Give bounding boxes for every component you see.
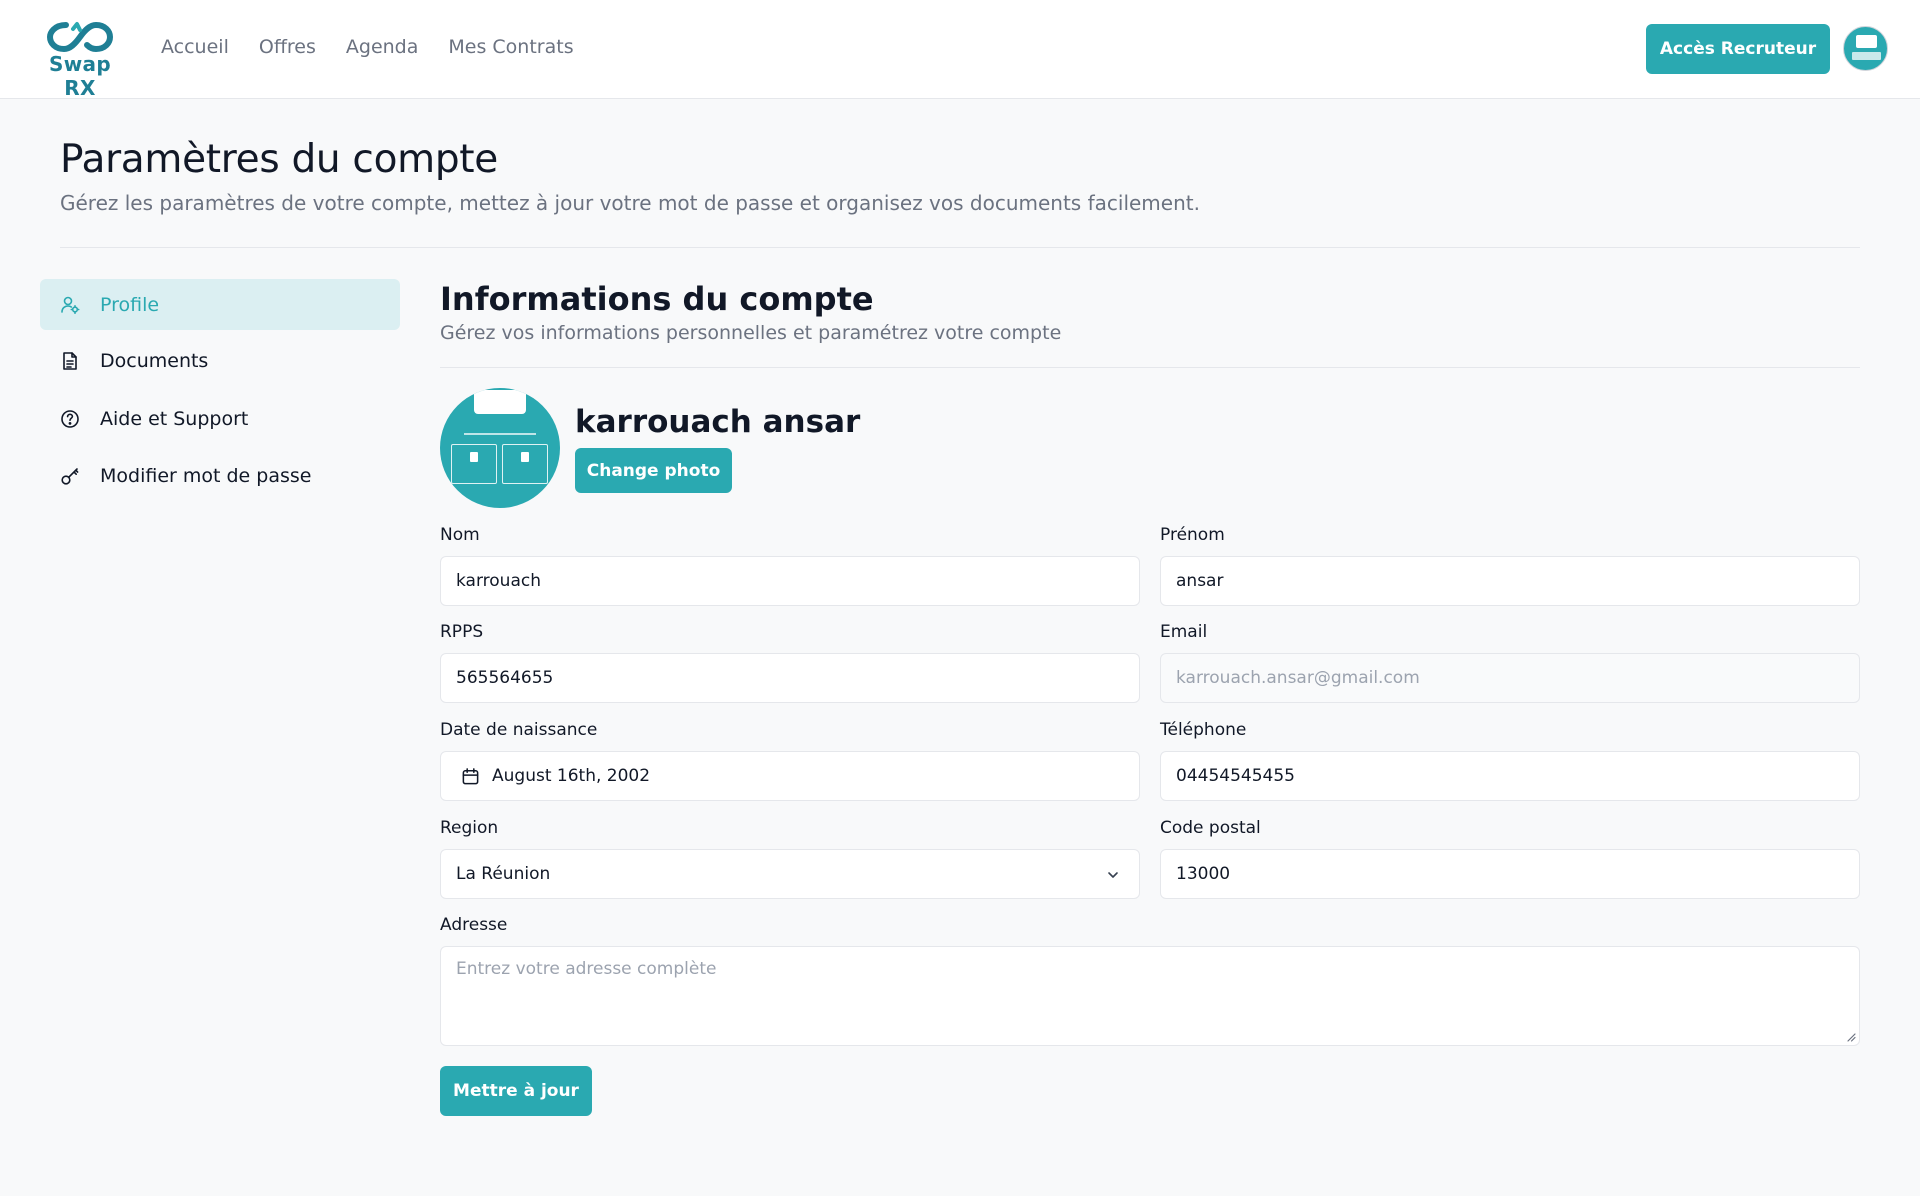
date-naissance-value: August 16th, 2002 [492,766,651,786]
region-selected-value: La Réunion [456,864,551,884]
code-postal-input[interactable] [1176,864,1859,884]
sidebar-item-modifier-mot-de-passe[interactable]: Modifier mot de passe [40,450,400,501]
change-photo-button[interactable]: Change photo [575,448,732,493]
document-icon [60,351,80,371]
email-label: Email [1160,622,1208,642]
rpps-label: RPPS [440,622,484,642]
photo-detail-box [451,444,497,484]
nav-link-agenda[interactable]: Agenda [346,36,419,58]
telephone-label: Téléphone [1160,720,1247,740]
nav-link-mes-contrats[interactable]: Mes Contrats [448,36,573,58]
header-divider [60,247,1860,248]
main-nav: Accueil Offres Agenda Mes Contrats [161,36,574,58]
nom-input[interactable] [456,571,1139,591]
user-full-name: karrouach ansar [575,404,861,440]
sidebar-item-label: Aide et Support [100,407,249,430]
avatar-image-detail [1856,35,1877,48]
adresse-textarea[interactable] [441,947,1859,1045]
sidebar-item-label: Documents [100,349,209,372]
user-cog-icon [60,295,80,315]
email-field [1160,653,1860,703]
logo-text: Swap RX [49,52,111,100]
top-navbar: Swap RX Accueil Offres Agenda Mes Contra… [0,0,1920,100]
nav-link-offres[interactable]: Offres [259,36,316,58]
code-postal-field[interactable] [1160,849,1860,899]
resize-grip-icon[interactable] [1846,1032,1856,1042]
date-naissance-picker[interactable]: August 16th, 2002 [440,751,1140,801]
rpps-input[interactable] [456,668,1139,688]
prenom-input[interactable] [1176,571,1859,591]
nom-label: Nom [440,525,480,545]
user-avatar[interactable] [1843,26,1888,71]
date-naissance-label: Date de naissance [440,720,598,740]
photo-detail-line [464,433,536,435]
adresse-label: Adresse [440,915,508,935]
sidebar-item-documents[interactable]: Documents [40,335,400,386]
sidebar-item-label: Modifier mot de passe [100,464,312,487]
sidebar-item-label: Profile [100,293,160,316]
prenom-field[interactable] [1160,556,1860,606]
region-select[interactable]: La Réunion [440,849,1140,899]
email-input [1176,668,1859,688]
sidebar-item-profile[interactable]: Profile [40,279,400,330]
page-subtitle: Gérez les paramètres de votre compte, me… [60,191,1200,215]
telephone-field[interactable] [1160,751,1860,801]
page-title: Paramètres du compte [60,137,498,182]
nav-link-accueil[interactable]: Accueil [161,36,229,58]
nom-field[interactable] [440,556,1140,606]
photo-detail-tab [474,390,526,414]
code-postal-label: Code postal [1160,818,1261,838]
section-subtitle: Gérez vos informations personnelles et p… [440,322,1062,344]
prenom-label: Prénom [1160,525,1225,545]
sidebar-item-aide-support[interactable]: Aide et Support [40,393,400,444]
region-label: Region [440,818,499,838]
chevron-down-icon [1108,872,1118,878]
swaprx-logo[interactable]: Swap RX [30,20,130,100]
update-button[interactable]: Mettre à jour [440,1066,592,1116]
calendar-icon [462,767,479,784]
rpps-field[interactable] [440,653,1140,703]
key-icon [60,466,80,486]
recruiter-access-button[interactable]: Accès Recruteur [1646,24,1830,74]
photo-detail-glyph [521,452,529,462]
section-title: Informations du compte [440,280,874,318]
photo-detail-box [502,444,548,484]
infinity-logo-icon [46,21,114,53]
photo-detail-glyph [470,452,478,462]
adresse-field[interactable] [440,946,1860,1046]
section-divider [440,367,1860,368]
profile-photo [440,388,560,508]
telephone-input[interactable] [1176,766,1859,786]
avatar-image-detail-row [1852,52,1881,60]
help-circle-icon [60,409,80,429]
